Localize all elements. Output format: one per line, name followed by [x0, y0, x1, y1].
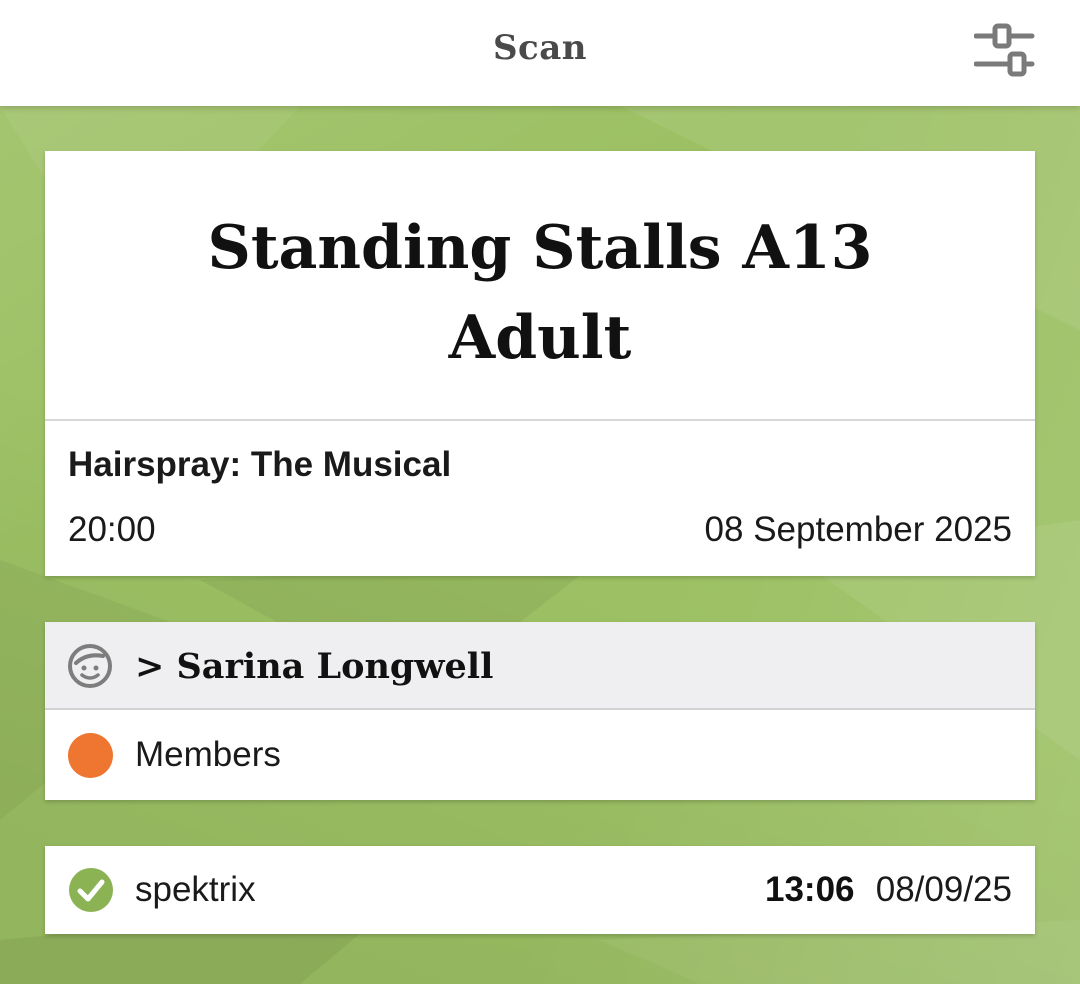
scan-history-item: spektrix 13:06 08/09/25	[45, 846, 1035, 934]
ticket-type: Adult	[448, 303, 632, 373]
customer-link[interactable]: > Sarina Longwell	[45, 622, 1035, 710]
user-face-icon	[68, 644, 112, 688]
ticket-seat-info: Standing Stalls A13 Adult	[45, 151, 1035, 421]
sliders-icon	[973, 23, 1035, 77]
customer-card: > Sarina Longwell Members	[45, 622, 1035, 800]
membership-status-dot	[68, 733, 113, 778]
check-circle-icon	[69, 868, 113, 912]
customer-name: > Sarina Longwell	[135, 646, 494, 687]
page-title: Scan	[492, 28, 587, 68]
scan-date: 08/09/25	[875, 870, 1012, 909]
event-info: Hairspray: The Musical 20:00 08 Septembe…	[45, 421, 1035, 576]
event-name: Hairspray: The Musical	[68, 445, 452, 484]
ticket-card: Standing Stalls A13 Adult Hairspray: The…	[45, 151, 1035, 576]
scan-source: spektrix	[135, 870, 256, 909]
event-time: 20:00	[68, 510, 156, 549]
seat-label: Standing Stalls A13	[207, 213, 873, 283]
membership-row: Members	[45, 710, 1035, 800]
event-date: 08 September 2025	[704, 510, 1012, 549]
top-app-bar: Scan	[0, 0, 1080, 106]
scan-time: 13:06	[765, 870, 855, 909]
membership-label: Members	[135, 735, 281, 774]
settings-button[interactable]	[973, 22, 1036, 82]
